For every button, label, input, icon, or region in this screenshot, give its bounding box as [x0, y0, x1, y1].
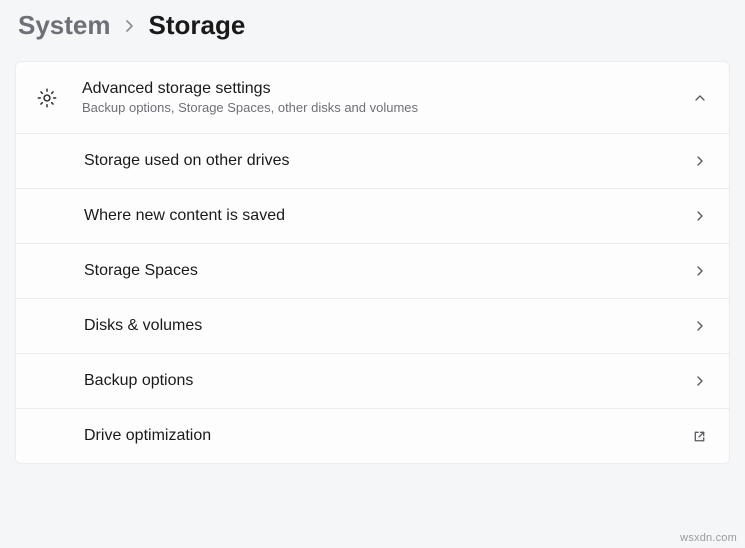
advanced-storage-panel: Advanced storage settings Backup options…: [15, 61, 730, 464]
section-subtitle: Backup options, Storage Spaces, other di…: [82, 100, 693, 115]
item-storage-spaces[interactable]: Storage Spaces: [16, 244, 729, 299]
section-title: Advanced storage settings: [82, 80, 693, 98]
external-link-icon: [692, 429, 707, 444]
chevron-right-icon: [693, 319, 707, 333]
chevron-right-icon: [693, 264, 707, 278]
chevron-up-icon: [693, 91, 707, 105]
watermark: wsxdn.com: [680, 532, 737, 544]
item-label: Drive optimization: [84, 427, 692, 445]
advanced-storage-header[interactable]: Advanced storage settings Backup options…: [16, 62, 729, 134]
item-label: Disks & volumes: [84, 317, 693, 335]
chevron-right-icon: [693, 154, 707, 168]
item-label: Backup options: [84, 372, 693, 390]
breadcrumb-parent[interactable]: System: [18, 10, 111, 41]
item-label: Storage Spaces: [84, 262, 693, 280]
item-drive-optimization[interactable]: Drive optimization: [16, 409, 729, 463]
chevron-right-icon: [693, 374, 707, 388]
chevron-right-icon: [125, 19, 135, 33]
breadcrumb: System Storage: [0, 0, 745, 61]
item-disks-volumes[interactable]: Disks & volumes: [16, 299, 729, 354]
item-label: Storage used on other drives: [84, 152, 693, 170]
item-storage-other-drives[interactable]: Storage used on other drives: [16, 134, 729, 189]
item-label: Where new content is saved: [84, 207, 693, 225]
item-where-new-content[interactable]: Where new content is saved: [16, 189, 729, 244]
gear-icon: [36, 87, 82, 109]
item-backup-options[interactable]: Backup options: [16, 354, 729, 409]
breadcrumb-current: Storage: [149, 10, 246, 41]
chevron-right-icon: [693, 209, 707, 223]
